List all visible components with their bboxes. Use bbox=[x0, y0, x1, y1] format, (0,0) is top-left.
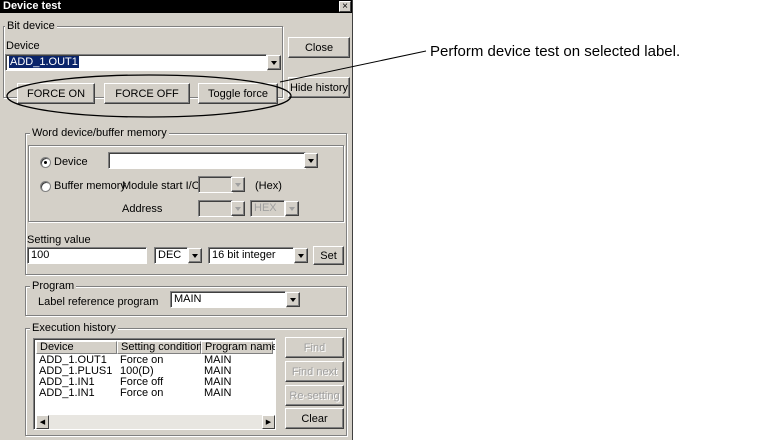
callout-ellipse bbox=[6, 74, 292, 118]
callout-annotation-text: Perform device test on selected label. bbox=[430, 43, 681, 60]
callout-overlay bbox=[6, 50, 427, 118]
callout-leader-line bbox=[279, 50, 427, 83]
